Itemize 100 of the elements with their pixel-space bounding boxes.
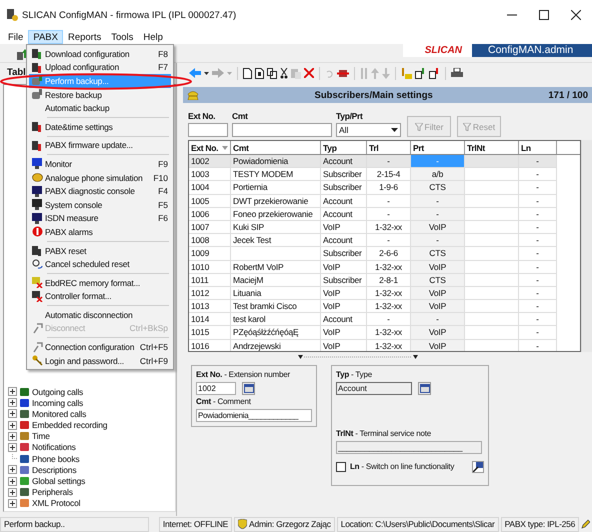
menu-option[interactable]: Automatic backup <box>29 101 171 115</box>
menu-option[interactable]: PABX alarms <box>29 225 171 239</box>
menu-option[interactable]: EbdREC memory format... <box>29 276 171 290</box>
export-icon[interactable] <box>429 68 440 78</box>
tree-item[interactable]: Embedded recording <box>32 420 108 430</box>
expand-icon[interactable] <box>8 420 17 430</box>
table-cell: - <box>519 155 557 168</box>
record-count: 171 / 100 <box>548 90 588 100</box>
column-header[interactable]: Cmt <box>231 141 321 154</box>
tree-item[interactable]: Incoming calls <box>32 398 84 408</box>
monitor-icon <box>32 186 42 197</box>
menu-option[interactable]: Monitor F9 <box>29 157 171 171</box>
menu-option[interactable]: Date&time settings <box>29 120 171 134</box>
picker-button[interactable] <box>242 382 255 395</box>
menu-option[interactable]: Restore backup <box>29 88 171 102</box>
extension-field[interactable]: 1002 <box>196 382 236 395</box>
column-header[interactable]: Typ <box>321 141 367 154</box>
table-cell <box>465 300 519 314</box>
filter-field[interactable] <box>188 123 228 137</box>
expand-icon[interactable] <box>8 398 17 408</box>
plug-icon <box>32 322 42 334</box>
menu-option[interactable]: PABX diagnostic console F4 <box>29 184 171 198</box>
expand-icon[interactable] <box>8 498 17 508</box>
tree-item[interactable]: Peripherals <box>32 487 73 498</box>
menu-item[interactable]: Reports <box>62 30 106 44</box>
menu-option[interactable]: PABX reset <box>29 244 171 258</box>
cut-icon[interactable] <box>280 68 288 78</box>
menu-option[interactable]: Controller format... <box>29 290 171 304</box>
strike-icon[interactable] <box>337 68 349 78</box>
document-icon[interactable] <box>255 68 264 78</box>
picker-button[interactable] <box>418 382 431 395</box>
upload-icon[interactable] <box>16 48 28 60</box>
expand-icon[interactable] <box>8 476 17 486</box>
column-header[interactable]: Prt <box>411 141 465 154</box>
copy-icon[interactable] <box>267 68 277 78</box>
column-header[interactable]: TrlNt <box>465 141 519 154</box>
menu-option[interactable]: Upload configuration F7 <box>29 60 171 74</box>
menu-option[interactable]: Download configuration F8 <box>29 47 171 61</box>
import-icon[interactable] <box>415 68 426 78</box>
table-cell: MaciejM <box>231 274 321 287</box>
tree-item[interactable]: Global settings <box>32 476 86 486</box>
tree-item[interactable]: Phone books <box>32 454 80 464</box>
menu-item[interactable]: Help <box>138 30 168 44</box>
table-cell <box>465 326 519 340</box>
funnel-icon <box>462 122 471 130</box>
new-document-icon[interactable] <box>243 68 252 78</box>
expand-icon[interactable] <box>8 387 17 396</box>
table-cell: 1002 <box>189 155 231 168</box>
tree-item[interactable]: Notifications <box>32 442 76 452</box>
menu-option[interactable]: ISDN measure F6 <box>29 212 171 226</box>
menu-item[interactable]: Tools <box>106 30 138 44</box>
expand-icon[interactable] <box>8 442 17 452</box>
type-field[interactable]: Account <box>336 382 412 395</box>
table-cell <box>465 286 519 300</box>
menu-option[interactable]: Automatic disconnection <box>29 308 171 322</box>
table-cell: Subscriber <box>321 168 367 182</box>
column-header[interactable]: Ext No. <box>189 141 231 154</box>
expand-icon[interactable] <box>8 432 17 441</box>
menu-option[interactable]: System console F5 <box>29 198 171 212</box>
splitter-handle[interactable] <box>298 354 418 358</box>
table-cell: - <box>519 247 557 260</box>
menu-item[interactable]: File <box>3 30 28 44</box>
column-header[interactable]: Trl <box>367 141 411 154</box>
table-cell: - <box>519 260 557 274</box>
type-dropdown[interactable]: All <box>336 123 401 137</box>
table-cell: - <box>519 340 557 351</box>
menu-item[interactable]: PABX <box>28 30 63 44</box>
table-cell: 1008 <box>189 234 231 248</box>
table-cell: - <box>367 155 411 168</box>
maximize-button[interactable] <box>536 7 552 23</box>
node-icon <box>19 464 30 475</box>
table-cell: TESTY MODEM <box>231 168 321 182</box>
print-icon[interactable] <box>451 68 463 78</box>
table-cell: test karol <box>231 313 321 326</box>
scrollbar[interactable] <box>581 140 592 352</box>
comment-field[interactable]: Powiadomienia____________ <box>196 409 312 422</box>
tree-item[interactable]: Outgoing calls <box>32 386 84 397</box>
expand-icon[interactable] <box>8 465 17 474</box>
tree-item[interactable]: Descriptions <box>32 464 76 475</box>
field-label: Ext No. - Extension number <box>196 370 291 380</box>
tree-item[interactable]: XML Protocol <box>32 498 80 508</box>
expand-icon[interactable] <box>8 409 17 418</box>
column-header[interactable]: Ln <box>519 141 557 154</box>
table-cell: CTS <box>411 181 465 195</box>
format-icon <box>32 290 42 302</box>
close-button[interactable] <box>568 7 584 23</box>
node-icon <box>19 431 30 442</box>
delete-icon[interactable] <box>304 68 314 78</box>
settings-button[interactable] <box>472 461 484 473</box>
filter-field[interactable] <box>232 123 332 137</box>
phone-icon <box>32 172 42 184</box>
tree-item[interactable]: Monitored calls <box>32 408 86 419</box>
tree-item[interactable]: Time <box>32 431 50 442</box>
menu-option[interactable]: Cancel scheduled reset <box>29 257 171 271</box>
expand-icon[interactable] <box>8 488 17 497</box>
checkbox[interactable] <box>336 462 346 472</box>
menu-option[interactable]: PABX firmware update... <box>29 138 171 152</box>
menu-option[interactable]: Connection configuration Ctrl+F5 <box>29 340 171 354</box>
menu-option[interactable]: Analogue phone simulation F10 <box>29 170 171 184</box>
menu-option[interactable]: Login and password... Ctrl+F9 <box>29 354 171 368</box>
